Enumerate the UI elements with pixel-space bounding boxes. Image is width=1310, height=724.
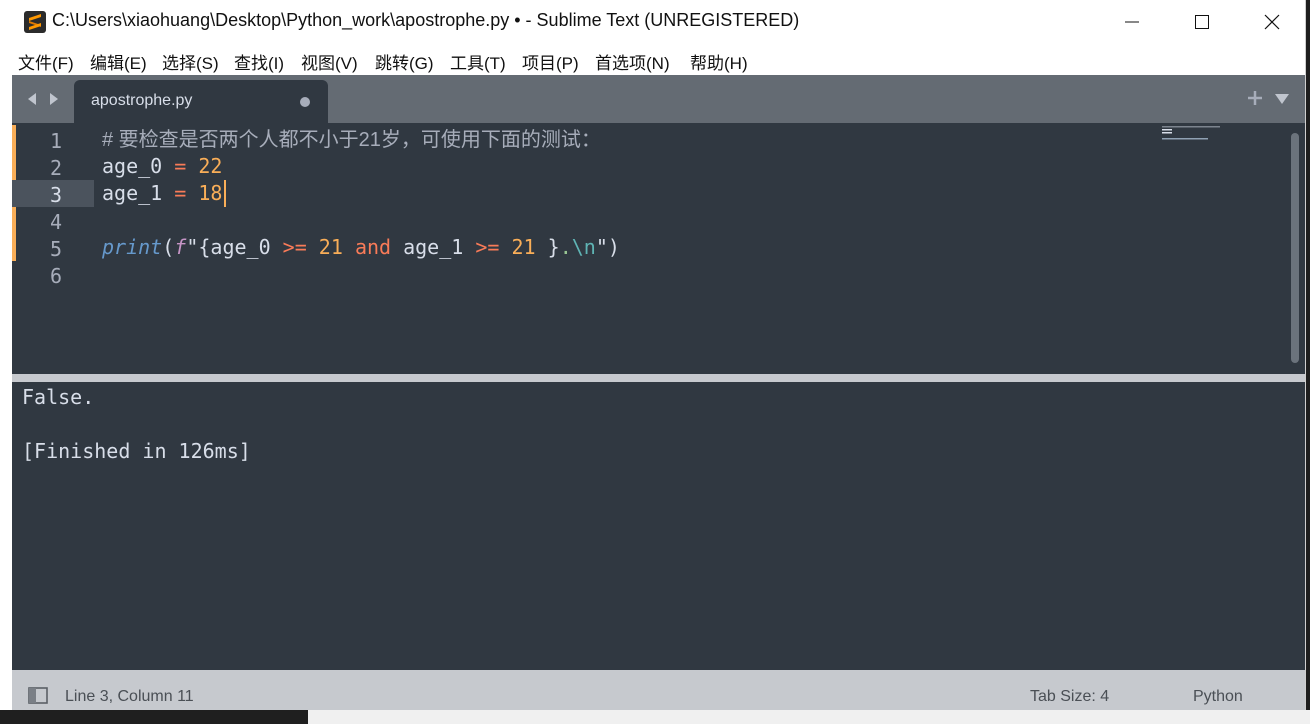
title-bar: C:\Users\xiaohuang\Desktop\Python_work\a…: [0, 0, 1305, 44]
line-number: 1: [49, 129, 62, 153]
code-line[interactable]: print(f"{age_0 >= 21 and age_1 >= 21 }.\…: [102, 234, 620, 261]
code-token: 22: [198, 154, 223, 178]
menu-goto[interactable]: 跳转(G): [375, 49, 434, 74]
menu-file[interactable]: 文件(F): [18, 49, 74, 74]
status-bar: Line 3, Column 11 Tab Size: 4 Python: [12, 670, 1305, 710]
close-button[interactable]: [1237, 0, 1305, 44]
code-token: age_1: [102, 181, 163, 205]
code-token: print: [102, 235, 163, 259]
gutter-line: 4: [12, 207, 94, 234]
code-token: f: [174, 235, 187, 259]
tab-strip: apostrophe.py: [12, 75, 1305, 123]
gutter-line: 1: [12, 126, 94, 153]
panel-splitter[interactable]: [12, 374, 1305, 382]
chevron-left-icon[interactable]: [28, 93, 36, 105]
code-token: .: [559, 235, 572, 259]
code-editor[interactable]: 1 2 3 4 5 6 # 要检查是否两个人都不小于21岁，可使用下面的测试： …: [12, 123, 1305, 374]
gutter-line-active: 3: [12, 180, 94, 207]
code-token: }: [535, 235, 560, 259]
code-token: # 要检查是否两个人都不小于21岁，可使用下面的测试：: [102, 129, 601, 151]
chevron-right-icon[interactable]: [50, 93, 58, 105]
code-token: 21: [511, 235, 536, 259]
menu-view[interactable]: 视图(V): [301, 49, 358, 74]
unsaved-dot-icon[interactable]: [300, 97, 310, 107]
tab-nav-arrows[interactable]: [24, 91, 64, 107]
text-cursor: [224, 180, 226, 207]
code-token: and: [354, 235, 392, 259]
sidebar-edge: [0, 75, 12, 123]
code-token: =: [162, 154, 199, 178]
code-token: ): [607, 235, 620, 259]
build-output-panel[interactable]: False. [Finished in 126ms]: [12, 382, 1305, 670]
tab-apostrophe-py[interactable]: apostrophe.py: [74, 80, 328, 123]
tab-filename: apostrophe.py: [91, 92, 193, 109]
tab-size-selector[interactable]: Tab Size: 4: [1030, 688, 1109, 706]
menu-tools[interactable]: 工具(T): [450, 49, 506, 74]
window-title: C:\Users\xiaohuang\Desktop\Python_work\a…: [52, 10, 800, 30]
code-token: {age_0: [198, 235, 283, 259]
desktop-background: [308, 710, 1310, 724]
scrollbar-thumb[interactable]: [1291, 133, 1299, 363]
menu-help[interactable]: 帮助(H): [690, 49, 748, 74]
code-token: 18: [198, 181, 223, 205]
code-token: (: [162, 235, 175, 259]
close-icon: [1264, 14, 1280, 30]
syntax-selector[interactable]: Python: [1193, 688, 1243, 706]
code-token: 21: [318, 235, 343, 259]
minimize-button[interactable]: [1097, 0, 1167, 44]
line-number: 3: [49, 183, 62, 207]
code-token: age_1: [391, 235, 476, 259]
gutter-line: 5: [12, 234, 94, 261]
menu-selection[interactable]: 选择(S): [162, 49, 219, 74]
code-token: age_0: [102, 154, 163, 178]
maximize-button[interactable]: [1167, 0, 1237, 44]
code-line[interactable]: age_1 = 18: [102, 180, 222, 207]
code-token: ": [186, 235, 199, 259]
menu-find[interactable]: 查找(I): [234, 49, 284, 74]
code-token: >=: [475, 235, 500, 259]
gutter-line: 2: [12, 153, 94, 180]
maximize-icon: [1195, 15, 1209, 29]
code-line[interactable]: # 要检查是否两个人都不小于21岁，可使用下面的测试：: [102, 126, 601, 153]
sublime-text-icon: [24, 11, 46, 33]
plus-icon[interactable]: [1246, 89, 1264, 107]
line-number: 6: [49, 264, 62, 288]
menu-preferences[interactable]: 首选项(N): [595, 49, 670, 74]
code-token: =: [162, 181, 199, 205]
sublime-window: C:\Users\xiaohuang\Desktop\Python_work\a…: [0, 0, 1306, 710]
code-token: \n: [571, 235, 596, 259]
output-line: False.: [22, 385, 95, 409]
line-number: 5: [49, 237, 62, 261]
minimap[interactable]: [1162, 125, 1224, 145]
cursor-position: Line 3, Column 11: [65, 688, 194, 705]
menu-edit[interactable]: 编辑(E): [90, 49, 147, 74]
code-line[interactable]: age_0 = 22: [102, 153, 222, 180]
chevron-down-icon[interactable]: [1274, 93, 1290, 105]
line-number: 2: [49, 156, 62, 180]
minimize-icon: [1125, 21, 1139, 23]
gutter-line: 6: [12, 261, 94, 288]
panel-toggle-icon[interactable]: [28, 687, 48, 704]
code-token: >=: [282, 235, 307, 259]
output-line: [Finished in 126ms]: [22, 439, 251, 463]
menu-project[interactable]: 项目(P): [522, 49, 579, 74]
menu-bar: 文件(F) 编辑(E) 选择(S) 查找(I) 视图(V) 跳转(G) 工具(T…: [0, 44, 1305, 75]
code-token: ": [595, 235, 608, 259]
line-number: 4: [49, 210, 62, 234]
